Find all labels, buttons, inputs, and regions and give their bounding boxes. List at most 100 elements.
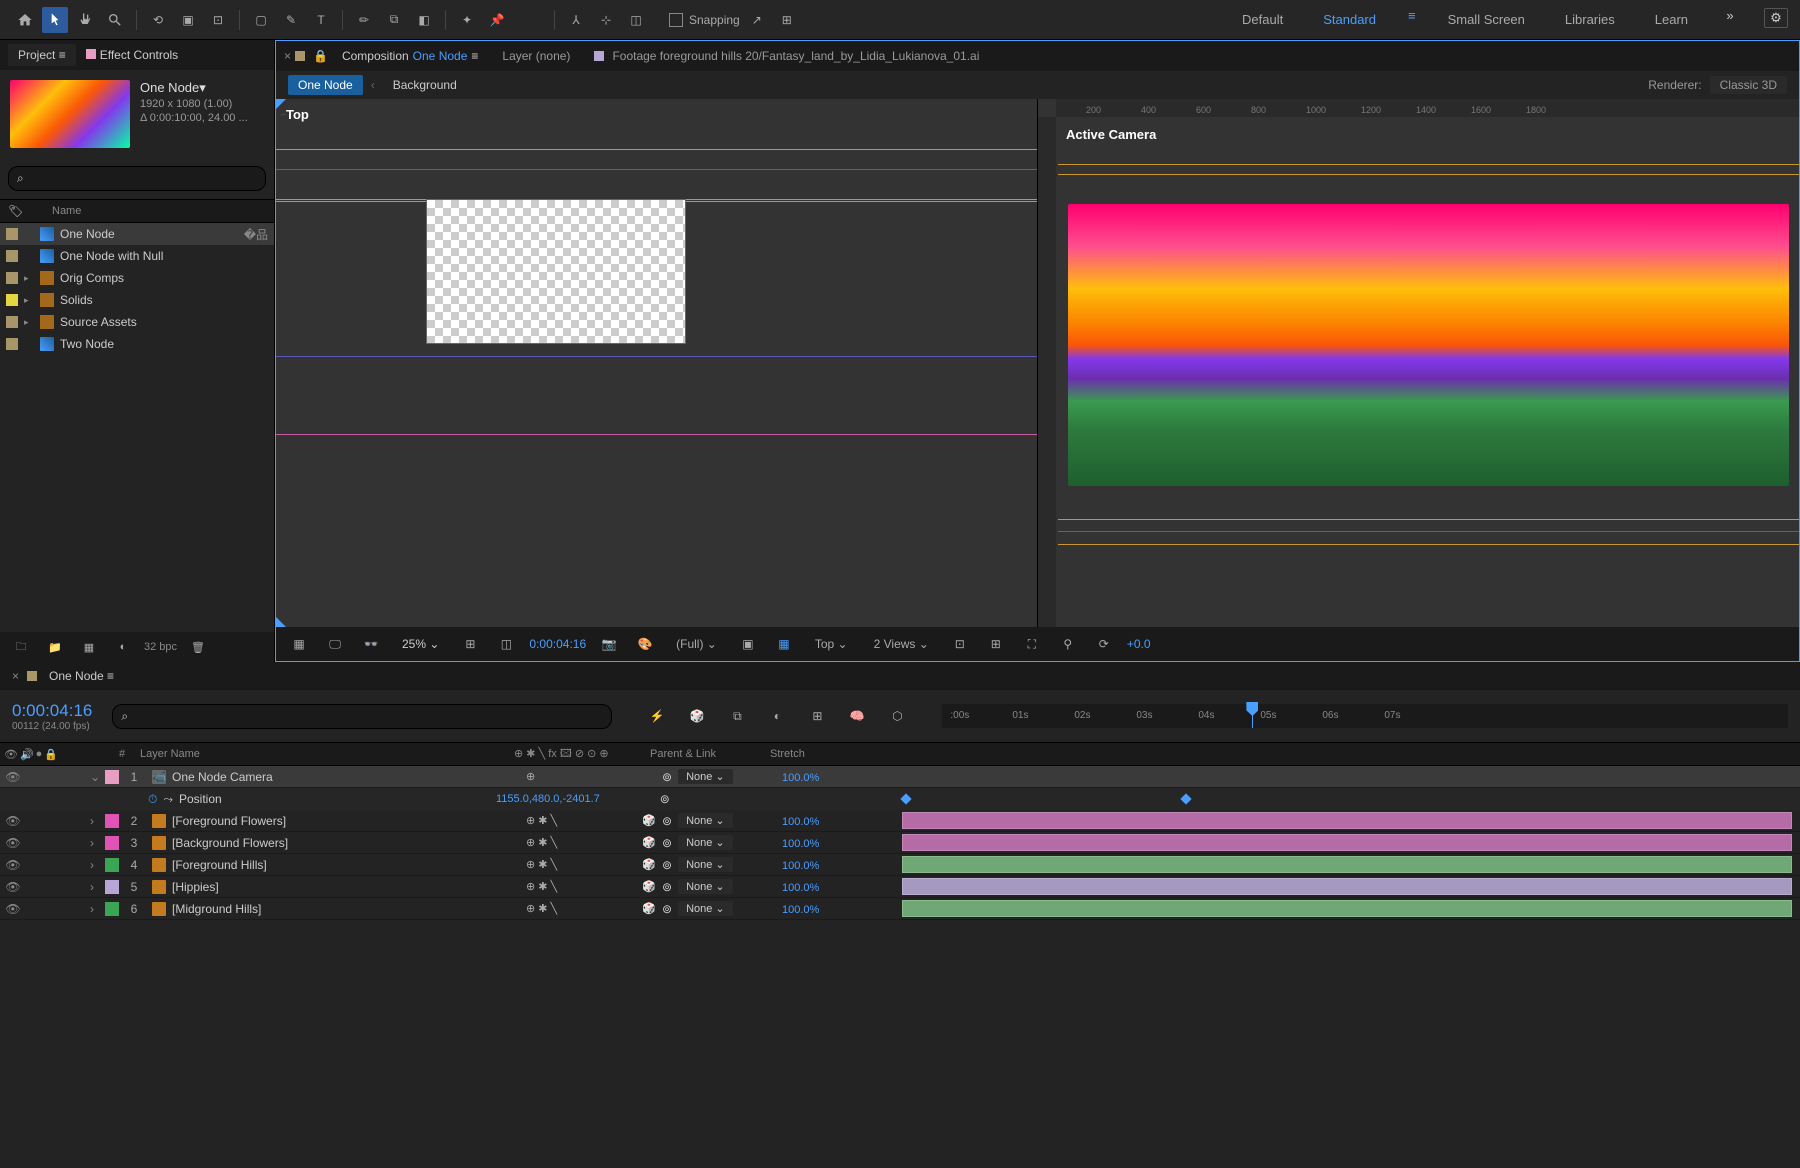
layer-duration-bar[interactable]	[902, 812, 1792, 829]
parent-dropdown[interactable]: None ⌄	[678, 813, 733, 828]
audio-column-icon[interactable]: 🔊	[20, 748, 34, 761]
workspace-standard[interactable]: Standard	[1315, 8, 1384, 31]
mask-icon[interactable]: 👓	[358, 631, 384, 657]
snapping-toggle[interactable]: Snapping	[669, 13, 740, 27]
video-column-icon[interactable]: 👁	[4, 748, 18, 761]
project-item[interactable]: One Node with Null	[0, 245, 274, 267]
snapshot-icon[interactable]: 📷	[596, 631, 622, 657]
axis-view-icon[interactable]: ◫	[623, 7, 649, 33]
views-count-dropdown[interactable]: 2 Views ⌄	[866, 635, 937, 653]
bpc-label[interactable]: 32 bpc	[144, 641, 177, 653]
parent-column-header[interactable]: Parent & Link	[644, 748, 764, 760]
layer-switches[interactable]: ⊕ ✱ ╲ 🎲	[526, 880, 656, 893]
stretch-value[interactable]: 100.0%	[782, 904, 819, 916]
pickwhip-icon[interactable]: ⊚	[662, 880, 672, 894]
lock-icon[interactable]: 🔒	[313, 49, 328, 63]
pen-tool-icon[interactable]: ✎	[278, 7, 304, 33]
project-tab[interactable]: Project ≡	[8, 44, 76, 66]
resolution-icon[interactable]: 🖵	[322, 631, 348, 657]
layer-duration-bar[interactable]	[902, 900, 1792, 917]
home-icon[interactable]	[12, 7, 38, 33]
stretch-column-header[interactable]: Stretch	[764, 748, 834, 760]
pickwhip-icon[interactable]: ⊚	[662, 836, 672, 850]
stretch-value[interactable]: 100.0%	[782, 816, 819, 828]
parent-dropdown[interactable]: None ⌄	[678, 857, 733, 872]
brush-tool-icon[interactable]: ✏	[351, 7, 377, 33]
workspace-learn[interactable]: Learn	[1647, 8, 1696, 31]
text-tool-icon[interactable]: T	[308, 7, 334, 33]
visibility-toggle[interactable]: 👁	[4, 768, 22, 786]
graph-icon[interactable]: ⊞	[804, 703, 830, 729]
breadcrumb-current[interactable]: One Node	[288, 75, 363, 95]
visibility-toggle[interactable]: 👁	[4, 878, 22, 896]
axis-local-icon[interactable]: ⅄	[563, 7, 589, 33]
footage-viewer-tab[interactable]: Footage foreground hills 20/Fantasy_land…	[584, 45, 989, 67]
parent-dropdown[interactable]: None ⌄	[678, 835, 733, 850]
refresh-icon[interactable]: ⟳	[1091, 631, 1117, 657]
composition-viewer-tab[interactable]: Composition One Node ≡	[332, 45, 488, 67]
top-viewport[interactable]: Top	[276, 99, 1038, 627]
project-item[interactable]: ▸ Orig Comps	[0, 267, 274, 289]
marker-icon[interactable]: ⬡	[884, 703, 910, 729]
bpc-icon[interactable]: ◐	[110, 634, 136, 660]
layer-switches[interactable]: ⊕ ✱ ╲ 🎲	[526, 902, 656, 915]
view-option-4-icon[interactable]: ⚲	[1055, 631, 1081, 657]
graph-toggle-icon[interactable]: ⤳	[163, 792, 173, 807]
clone-tool-icon[interactable]: ⧉	[381, 7, 407, 33]
expression-icon[interactable]: ⊚	[660, 792, 670, 806]
camera-tool-icon[interactable]: ▣	[175, 7, 201, 33]
keyframe-icon[interactable]	[1180, 793, 1191, 804]
effect-controls-tab[interactable]: Effect Controls	[76, 44, 188, 66]
renderer-dropdown[interactable]: Classic 3D	[1710, 76, 1787, 94]
trash-icon[interactable]: 🗑	[185, 634, 211, 660]
zoom-tool-icon[interactable]	[102, 7, 128, 33]
view-option-1-icon[interactable]: ⊡	[947, 631, 973, 657]
timeline-search-input[interactable]: ⌕	[112, 704, 612, 729]
interpret-footage-icon[interactable]: 🗀	[8, 634, 34, 660]
roto-tool-icon[interactable]: ✦	[454, 7, 480, 33]
guides-icon[interactable]: ◫	[493, 631, 519, 657]
layer-color-tag[interactable]	[105, 880, 119, 894]
tag-icon[interactable]: 🏷	[8, 204, 22, 218]
visibility-toggle[interactable]: 👁	[4, 812, 22, 830]
time-ruler[interactable]: :00s01s02s03s04s05s06s07s	[942, 704, 1788, 728]
layer-color-tag[interactable]	[105, 814, 119, 828]
view-mode-dropdown[interactable]: Top ⌄	[807, 635, 856, 653]
rectangle-tool-icon[interactable]: ▢	[248, 7, 274, 33]
flowchart-icon[interactable]: �品	[244, 226, 268, 243]
layer-switches[interactable]: ⊕ ✱ ╲ 🎲	[526, 814, 656, 827]
visibility-toggle[interactable]: 👁	[4, 856, 22, 874]
project-item[interactable]: ▸ Source Assets	[0, 311, 274, 333]
workspace-small[interactable]: Small Screen	[1440, 8, 1533, 31]
selection-tool-icon[interactable]	[42, 7, 68, 33]
stretch-value[interactable]: 100.0%	[782, 882, 819, 894]
parent-dropdown[interactable]: None ⌄	[678, 769, 733, 784]
layer-color-tag[interactable]	[105, 836, 119, 850]
workspace-libraries[interactable]: Libraries	[1557, 8, 1623, 31]
region-icon[interactable]: ▣	[735, 631, 761, 657]
hand-tool-icon[interactable]	[72, 7, 98, 33]
transparency-icon[interactable]: ▦	[771, 631, 797, 657]
visibility-toggle[interactable]: 👁	[4, 834, 22, 852]
stretch-value[interactable]: 100.0%	[782, 860, 819, 872]
composition-thumbnail[interactable]	[10, 80, 130, 148]
parent-dropdown[interactable]: None ⌄	[678, 901, 733, 916]
quality-dropdown[interactable]: (Full) ⌄	[668, 635, 725, 653]
layer-color-tag[interactable]	[105, 858, 119, 872]
visibility-toggle[interactable]: 👁	[4, 900, 22, 918]
parent-dropdown[interactable]: None ⌄	[678, 879, 733, 894]
timecode-display[interactable]: 0:00:04:16	[12, 701, 92, 721]
pan-behind-icon[interactable]: ⊡	[205, 7, 231, 33]
solo-column-icon[interactable]: ●	[36, 748, 43, 761]
active-camera-viewport[interactable]: 20040060080010001200140016001800 Active …	[1038, 99, 1799, 627]
pin-tool-icon[interactable]: 📌	[484, 7, 510, 33]
view-option-3-icon[interactable]: ⛶	[1019, 631, 1045, 657]
stretch-value[interactable]: 100.0%	[782, 838, 819, 850]
workspace-settings-icon[interactable]: ⚙	[1764, 8, 1788, 28]
orbit-tool-icon[interactable]: ⟲	[145, 7, 171, 33]
layer-duration-bar[interactable]	[902, 856, 1792, 873]
property-value[interactable]: 1155.0,480.0,-2401.7	[496, 793, 600, 805]
channel-icon[interactable]: 🎨	[632, 631, 658, 657]
timeline-tab[interactable]: One Node ≡	[49, 669, 114, 683]
layer-duration-bar[interactable]	[902, 834, 1792, 851]
